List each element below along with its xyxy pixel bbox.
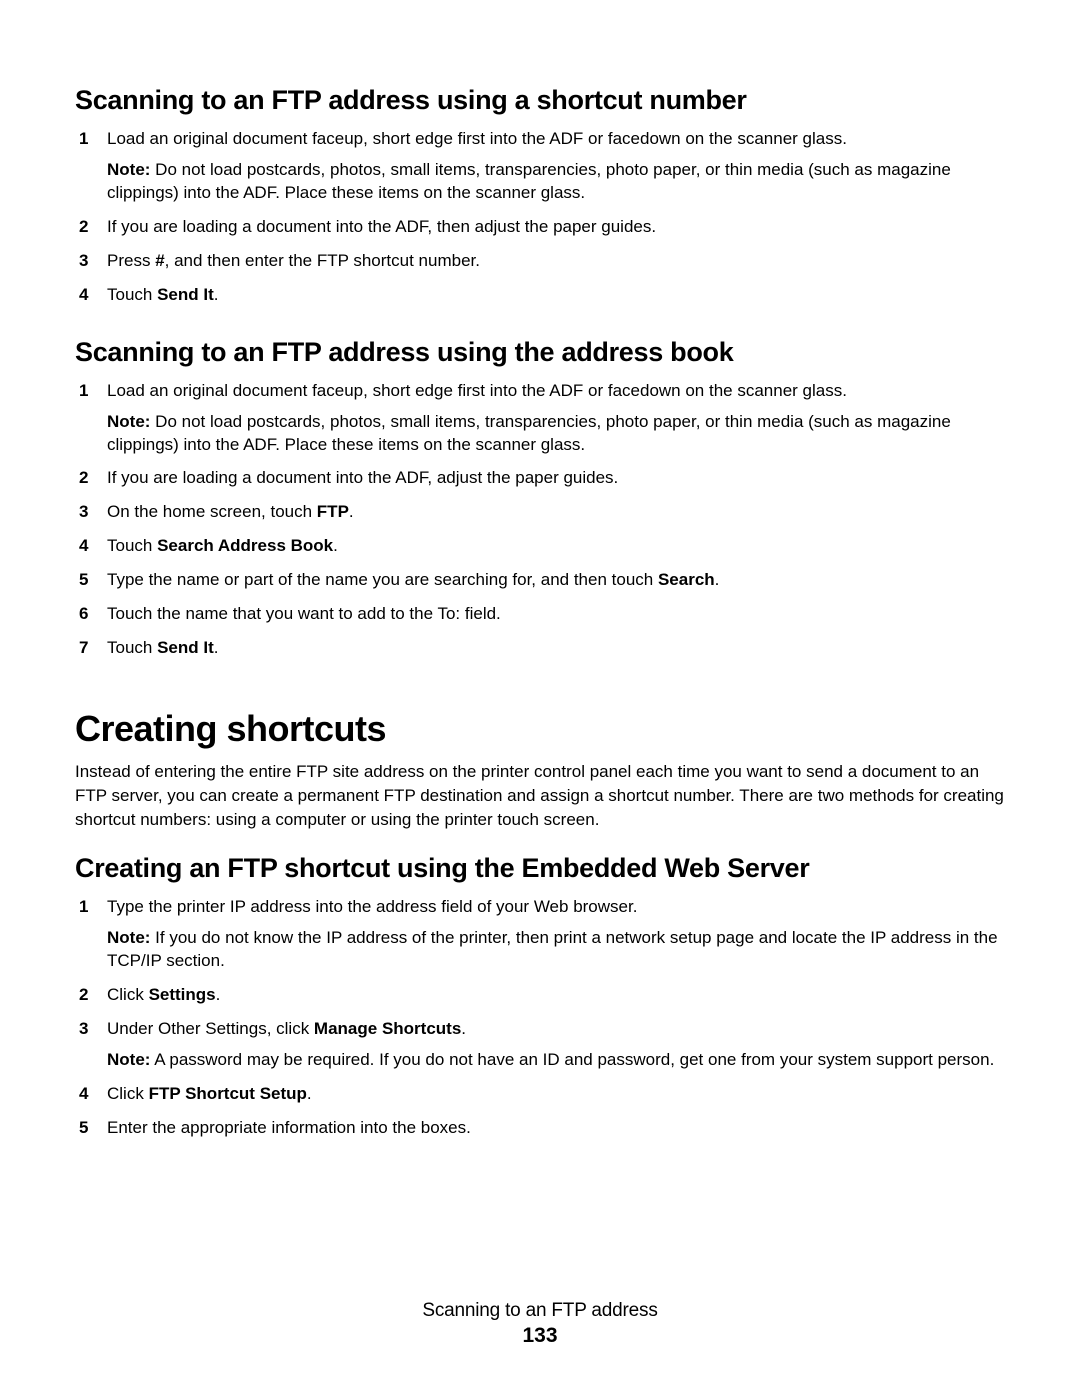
page-number: 133 bbox=[75, 1324, 1005, 1348]
document-page: Scanning to an FTP address using a short… bbox=[0, 0, 1080, 1388]
steps-shortcut-number: Load an original document faceup, short … bbox=[75, 128, 1005, 307]
step-text-bold: Send It bbox=[157, 638, 214, 657]
step-text-pre: On the home screen, touch bbox=[107, 502, 317, 521]
step-text-bold: # bbox=[155, 251, 164, 270]
step-text-pre: Type the name or part of the name you ar… bbox=[107, 570, 658, 589]
list-item: Touch the name that you want to add to t… bbox=[99, 603, 1005, 626]
step-text: Type the printer IP address into the add… bbox=[107, 897, 637, 916]
step-text-bold: Search bbox=[658, 570, 715, 589]
step-text: Load an original document faceup, short … bbox=[107, 129, 847, 148]
note-text: Do not load postcards, photos, small ite… bbox=[107, 412, 951, 454]
note-text: Do not load postcards, photos, small ite… bbox=[107, 160, 951, 202]
step-text-bold: Manage Shortcuts bbox=[314, 1019, 461, 1038]
note-block: Note: If you do not know the IP address … bbox=[107, 927, 1005, 973]
step-text-post: , and then enter the FTP shortcut number… bbox=[165, 251, 480, 270]
note-label: Note: bbox=[107, 412, 150, 431]
step-text-pre: Touch bbox=[107, 638, 157, 657]
list-item: Press #, and then enter the FTP shortcut… bbox=[99, 250, 1005, 273]
note-text: If you do not know the IP address of the… bbox=[107, 928, 998, 970]
list-item: Type the name or part of the name you ar… bbox=[99, 569, 1005, 592]
step-text: Touch the name that you want to add to t… bbox=[107, 604, 501, 623]
list-item: Under Other Settings, click Manage Short… bbox=[99, 1018, 1005, 1072]
list-item: Touch Search Address Book. bbox=[99, 535, 1005, 558]
list-item: Click FTP Shortcut Setup. bbox=[99, 1083, 1005, 1106]
note-label: Note: bbox=[107, 160, 150, 179]
note-text: A password may be required. If you do no… bbox=[150, 1050, 994, 1069]
step-text-post: . bbox=[461, 1019, 466, 1038]
note-label: Note: bbox=[107, 928, 150, 947]
step-text-pre: Touch bbox=[107, 285, 157, 304]
list-item: Click Settings. bbox=[99, 984, 1005, 1007]
list-item: Load an original document faceup, short … bbox=[99, 380, 1005, 457]
heading-shortcut-number: Scanning to an FTP address using a short… bbox=[75, 85, 1005, 116]
list-item: If you are loading a document into the A… bbox=[99, 467, 1005, 490]
list-item: Enter the appropriate information into t… bbox=[99, 1117, 1005, 1140]
step-text-post: . bbox=[216, 985, 221, 1004]
step-text-post: . bbox=[307, 1084, 312, 1103]
step-text-post: . bbox=[214, 285, 219, 304]
intro-paragraph: Instead of entering the entire FTP site … bbox=[75, 760, 1005, 831]
list-item: Touch Send It. bbox=[99, 284, 1005, 307]
step-text-pre: Click bbox=[107, 1084, 149, 1103]
page-footer: Scanning to an FTP address 133 bbox=[75, 1300, 1005, 1348]
note-block: Note: Do not load postcards, photos, sma… bbox=[107, 411, 1005, 457]
note-block: Note: A password may be required. If you… bbox=[107, 1049, 1005, 1072]
step-text-bold: Search Address Book bbox=[157, 536, 333, 555]
heading-address-book: Scanning to an FTP address using the add… bbox=[75, 337, 1005, 368]
step-text-pre: Click bbox=[107, 985, 149, 1004]
step-text-bold: Settings bbox=[149, 985, 216, 1004]
footer-title: Scanning to an FTP address bbox=[75, 1300, 1005, 1322]
steps-embedded-web-server: Type the printer IP address into the add… bbox=[75, 896, 1005, 1140]
list-item: On the home screen, touch FTP. bbox=[99, 501, 1005, 524]
step-text-post: . bbox=[333, 536, 338, 555]
step-text-pre: Under Other Settings, click bbox=[107, 1019, 314, 1038]
list-item: If you are loading a document into the A… bbox=[99, 216, 1005, 239]
step-text: If you are loading a document into the A… bbox=[107, 468, 618, 487]
step-text-bold: FTP Shortcut Setup bbox=[149, 1084, 307, 1103]
list-item: Touch Send It. bbox=[99, 637, 1005, 660]
step-text-post: . bbox=[349, 502, 354, 521]
list-item: Type the printer IP address into the add… bbox=[99, 896, 1005, 973]
step-text-pre: Touch bbox=[107, 536, 157, 555]
step-text-bold: Send It bbox=[157, 285, 214, 304]
step-text: Enter the appropriate information into t… bbox=[107, 1118, 471, 1137]
step-text: Load an original document faceup, short … bbox=[107, 381, 847, 400]
step-text-pre: Press bbox=[107, 251, 155, 270]
step-text-bold: FTP bbox=[317, 502, 349, 521]
note-block: Note: Do not load postcards, photos, sma… bbox=[107, 159, 1005, 205]
heading-embedded-web-server: Creating an FTP shortcut using the Embed… bbox=[75, 853, 1005, 884]
list-item: Load an original document faceup, short … bbox=[99, 128, 1005, 205]
step-text: If you are loading a document into the A… bbox=[107, 217, 656, 236]
step-text-post: . bbox=[214, 638, 219, 657]
note-label: Note: bbox=[107, 1050, 150, 1069]
heading-creating-shortcuts: Creating shortcuts bbox=[75, 708, 1005, 750]
step-text-post: . bbox=[715, 570, 720, 589]
steps-address-book: Load an original document faceup, short … bbox=[75, 380, 1005, 660]
